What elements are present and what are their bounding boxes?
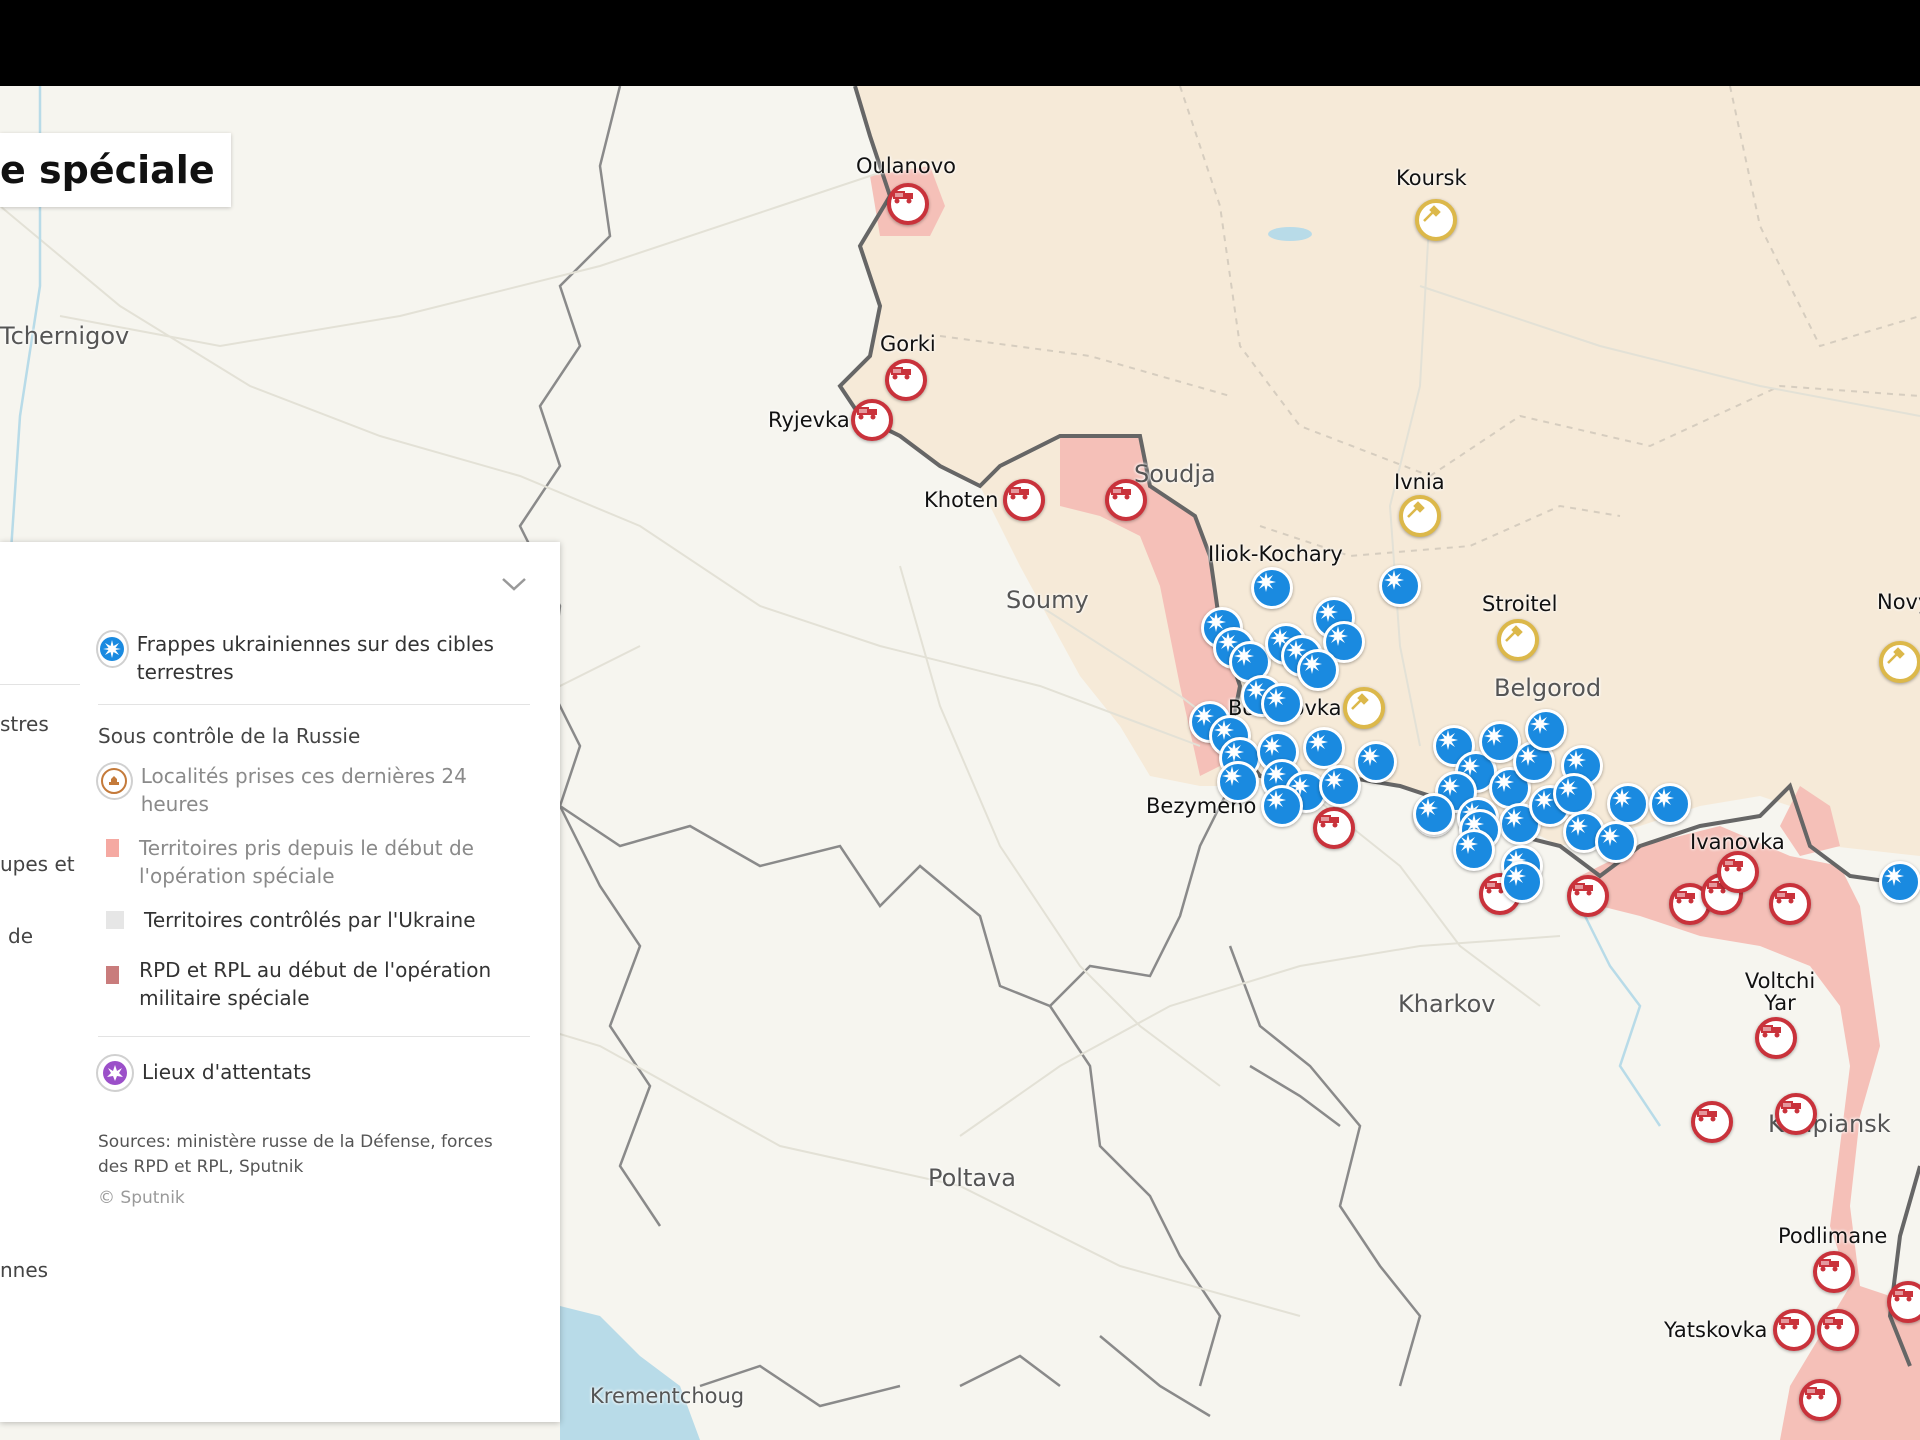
legend-fragment: upes et xyxy=(0,852,75,876)
tank-marker-icon[interactable] xyxy=(887,183,929,225)
city-label-poltava: Poltava xyxy=(928,1164,1016,1192)
tank-marker-icon[interactable] xyxy=(851,399,893,441)
city-label-kharkov: Kharkov xyxy=(1398,990,1496,1018)
city-label-khoten: Khoten xyxy=(924,488,999,512)
city-label-yatskovka: Yatskovka xyxy=(1664,1318,1768,1342)
strike-marker-icon[interactable] xyxy=(1251,567,1293,609)
tank-marker-icon[interactable] xyxy=(1799,1379,1841,1421)
attack-marker-icon[interactable] xyxy=(1879,641,1920,683)
city-label-ivnia: Ivnia xyxy=(1394,470,1445,494)
city-label-voltchi-yar: Voltchi Yar xyxy=(1744,969,1816,1015)
city-label-tchernigov: Tchernigov xyxy=(0,322,130,350)
strike-marker-icon[interactable] xyxy=(1261,683,1303,725)
legend-swatch-dpr-lpr xyxy=(106,966,120,984)
tank-marker-icon[interactable] xyxy=(1755,1017,1797,1059)
tank-marker-icon[interactable] xyxy=(1313,807,1355,849)
strike-marker-icon[interactable] xyxy=(1607,783,1649,825)
chevron-down-icon[interactable] xyxy=(500,576,528,592)
city-label-podlimane: Podlimane xyxy=(1778,1224,1888,1248)
city-label-koursk: Koursk xyxy=(1396,166,1467,190)
city-label-soudja: Soudja xyxy=(1134,460,1216,488)
legend-item-dpr-lpr: RPD et RPL au début de l'opération milit… xyxy=(106,956,526,1012)
tank-marker-icon[interactable] xyxy=(1003,479,1045,521)
tank-marker-icon[interactable] xyxy=(1717,851,1759,893)
strike-marker-icon[interactable] xyxy=(1297,649,1339,691)
legend-item-ukraine: Territoires contrôlés par l'Ukraine xyxy=(106,906,526,934)
strike-marker-icon[interactable] xyxy=(1649,783,1691,825)
strike-marker-icon[interactable] xyxy=(1879,861,1920,903)
tank-marker-icon[interactable] xyxy=(1769,883,1811,925)
tank-marker-icon[interactable] xyxy=(1567,875,1609,917)
city-label-krementchoug: Krementchoug xyxy=(590,1384,745,1408)
attack-marker-icon[interactable] xyxy=(1399,495,1441,537)
legend-fragment: de xyxy=(8,924,33,948)
strike-marker-icon[interactable] xyxy=(1453,829,1495,871)
strike-marker-icon[interactable] xyxy=(1303,727,1345,769)
strike-marker-icon[interactable] xyxy=(1379,565,1421,607)
tank-marker-icon[interactable] xyxy=(1775,1093,1817,1135)
legend-panel[interactable]: stres upes et de nnes Frappes ukrainienn… xyxy=(0,542,560,1422)
city-label-stroitel: Stroitel xyxy=(1482,592,1558,616)
city-label-soumy: Soumy xyxy=(1006,586,1089,614)
legend-label-taken-since: Territoires pris depuis le début de l'op… xyxy=(138,836,474,888)
legend-item-strikes: Frappes ukrainiennes sur des cibles terr… xyxy=(96,630,526,686)
legend-item-taken-since: Territoires pris depuis le début de l'op… xyxy=(106,834,526,890)
divider xyxy=(98,704,530,705)
legend-fragment: stres xyxy=(0,712,49,736)
legend-sources: Sources: ministère russe de la Défense, … xyxy=(98,1132,493,1177)
legend-item-attacks: Lieux d'attentats xyxy=(96,1054,526,1092)
reservoir-krementchoug xyxy=(560,1306,700,1440)
city-label-iliok-kochary: Iliok-Kochary xyxy=(1208,542,1343,566)
tank-marker-icon[interactable] xyxy=(1105,479,1147,521)
top-black-bar xyxy=(0,0,1920,86)
legend-label-dpr-lpr: RPD et RPL au début de l'opération milit… xyxy=(139,958,492,1010)
legend-label-attacks: Lieux d'attentats xyxy=(142,1060,312,1084)
strike-marker-icon[interactable] xyxy=(1525,709,1567,751)
tank-marker-icon[interactable] xyxy=(1773,1309,1815,1351)
city-label-novy-oskol: Novy Oskol xyxy=(1877,590,1920,614)
city-label-belgorod: Belgorod xyxy=(1494,674,1602,702)
attack-marker-icon[interactable] xyxy=(1415,199,1457,241)
strike-marker-icon[interactable] xyxy=(1217,761,1259,803)
city-label-oulanovo: Oulanovo xyxy=(856,154,956,178)
strike-marker-icon[interactable] xyxy=(1355,741,1397,783)
legend-heading-russia: Sous contrôle de la Russie xyxy=(98,724,361,748)
city-label-gorki: Gorki xyxy=(880,332,936,356)
divider xyxy=(98,1036,530,1037)
strike-icon xyxy=(96,630,129,668)
strike-marker-icon[interactable] xyxy=(1261,785,1303,827)
tank-marker-icon[interactable] xyxy=(885,359,927,401)
strike-marker-icon[interactable] xyxy=(1319,765,1361,807)
title-card: e spéciale xyxy=(0,133,231,207)
attack-marker-icon[interactable] xyxy=(1497,619,1539,661)
attack-icon xyxy=(96,1054,134,1092)
strike-marker-icon[interactable] xyxy=(1595,821,1637,863)
tank-marker-icon[interactable] xyxy=(1813,1251,1855,1293)
city-label-ryjevka: Ryjevka xyxy=(768,408,850,432)
strike-marker-icon[interactable] xyxy=(1413,793,1455,835)
legend-swatch-taken xyxy=(106,839,119,857)
legend-copyright: © Sputnik xyxy=(98,1188,185,1208)
tank-marker-icon[interactable] xyxy=(1691,1101,1733,1143)
legend-fragment: nnes xyxy=(0,1258,49,1282)
attack-marker-icon[interactable] xyxy=(1343,687,1385,729)
strike-marker-icon[interactable] xyxy=(1553,773,1595,815)
strike-marker-icon[interactable] xyxy=(1501,861,1543,903)
page-title: e spéciale xyxy=(0,148,215,192)
legend-label-ukraine: Territoires contrôlés par l'Ukraine xyxy=(144,908,476,932)
tank-icon xyxy=(96,762,133,800)
legend-label-strikes: Frappes ukrainiennes sur des cibles terr… xyxy=(136,632,494,684)
legend-item-taken-24h: Localités prises ces dernières 24 heures xyxy=(96,762,526,818)
tank-marker-icon[interactable] xyxy=(1817,1309,1859,1351)
legend-swatch-ukraine xyxy=(106,911,124,929)
legend-label-taken-24h: Localités prises ces dernières 24 heures xyxy=(140,764,467,816)
divider xyxy=(0,684,80,685)
